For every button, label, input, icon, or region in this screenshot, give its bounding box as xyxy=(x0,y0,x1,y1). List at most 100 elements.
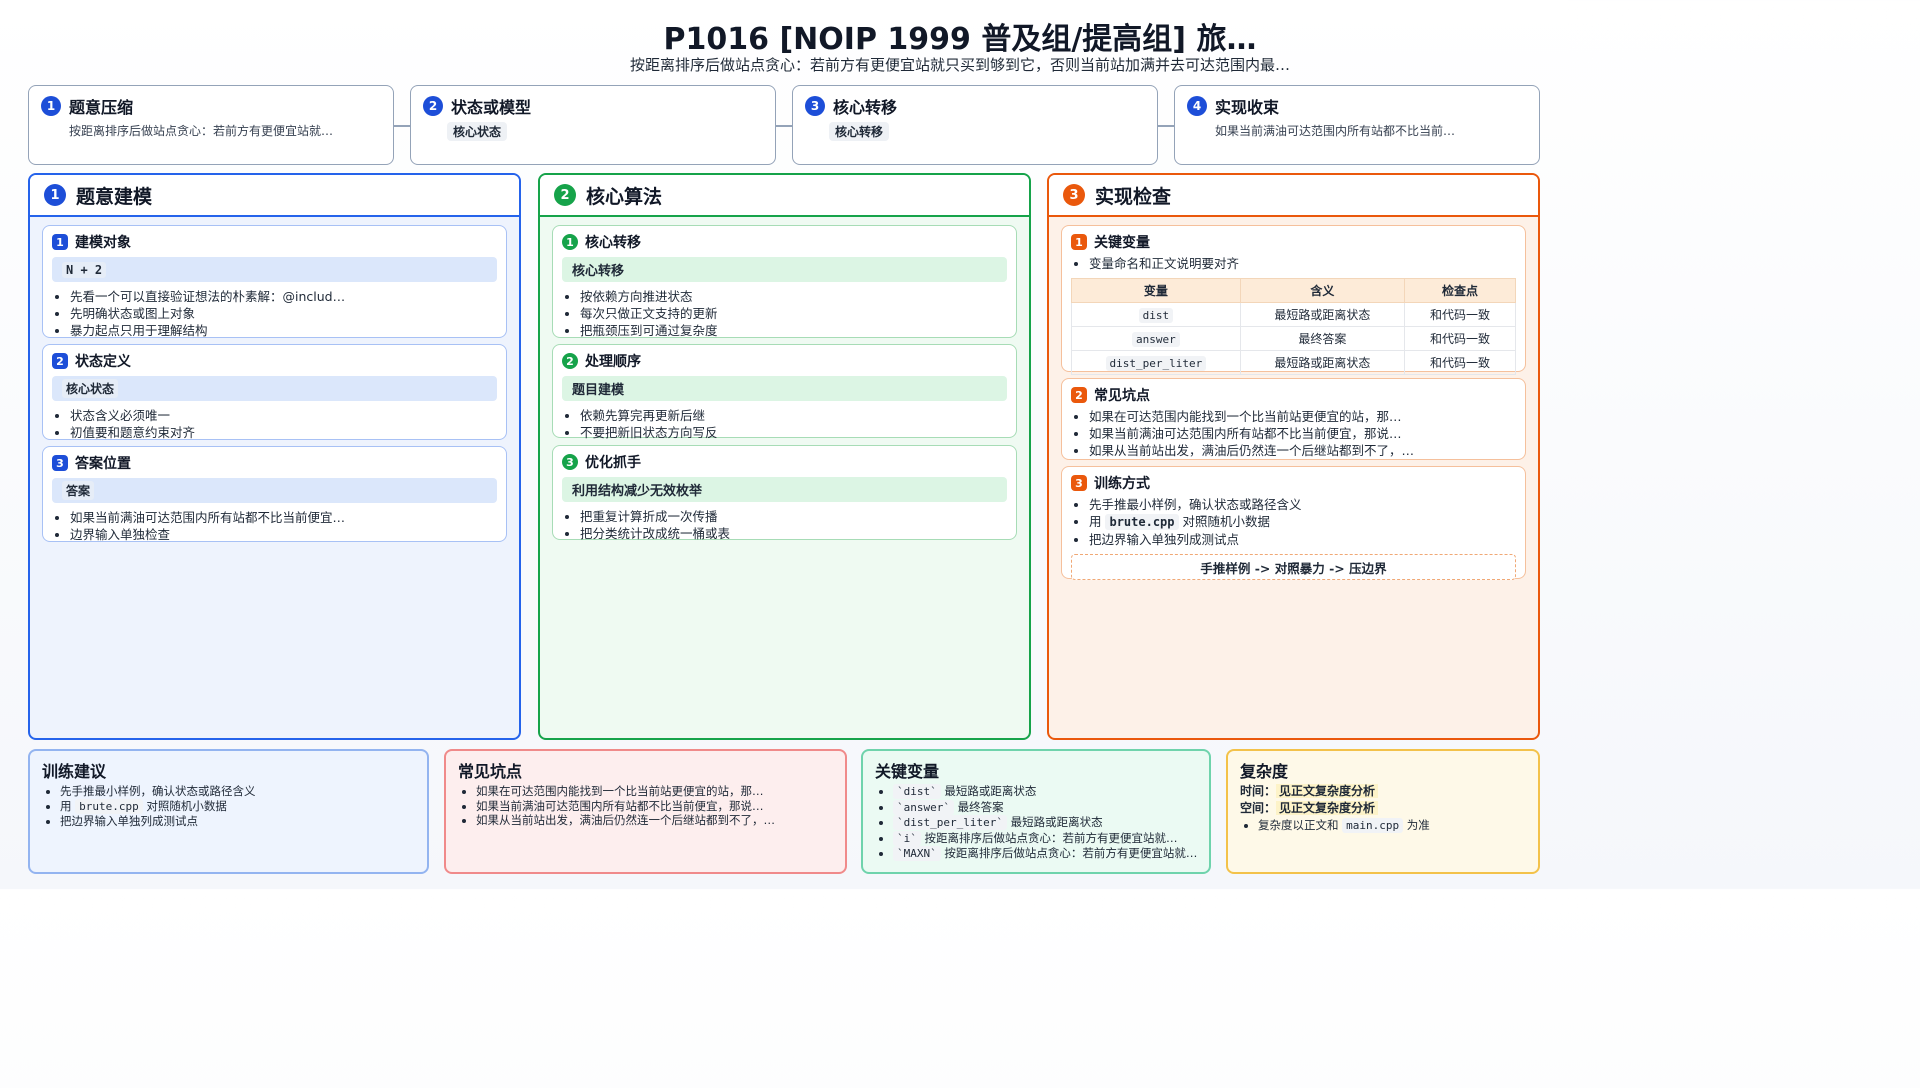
table-cell: answer xyxy=(1071,326,1241,351)
training-flow: 手推样例 -> 对照暴力 -> 压边界 xyxy=(1071,554,1516,580)
card-chip: 答案 xyxy=(52,478,497,503)
step-number-badge: 3 xyxy=(805,96,825,116)
card-number-badge: 2 xyxy=(1071,387,1087,403)
column-header: 1 题意建模 xyxy=(30,175,519,217)
variable-name: answer xyxy=(1131,331,1180,347)
text: 最短路或距离状态 xyxy=(1010,815,1103,829)
card-title: 状态定义 xyxy=(75,354,131,370)
bullet-list: 如果在可达范围内能找到一个比当前站更便宜的站，那… 如果当前满油可达范围内所有站… xyxy=(1071,408,1516,459)
table-cell: 最终答案 xyxy=(1239,326,1405,351)
implementation-column: 3 实现检查 1 关键变量 变量命名和正文说明要对齐 变量 含义 检查点 dis… xyxy=(1047,173,1540,740)
card-chip: 利用结构减少无效枚举 xyxy=(562,477,1007,502)
card-number-badge: 3 xyxy=(1071,475,1087,491)
box-title: 复杂度 xyxy=(1240,762,1289,781)
inline-code: `dist_per_liter` xyxy=(893,815,1007,830)
list-item: 如果在可达范围内能找到一个比当前站更便宜的站，那… xyxy=(1089,408,1516,425)
card-title: 关键变量 xyxy=(1094,235,1150,251)
step-title: 核心转移 xyxy=(833,98,898,117)
table-cell: dist_per_liter xyxy=(1071,350,1241,375)
step-title: 实现收束 xyxy=(1215,98,1280,117)
inline-code: brute.cpp xyxy=(75,798,143,814)
bullet-list: 先手推最小样例，确认状态或路径含义 用 brute.cpp 对照随机小数据 把边… xyxy=(1071,496,1516,548)
bullet-list: `dist` 最短路或距离状态 `answer` 最终答案 `dist_per_… xyxy=(875,784,1197,862)
card-title: 建模对象 xyxy=(75,235,131,251)
list-item: 用 brute.cpp 对照随机小数据 xyxy=(60,798,415,815)
bullet-list: 先看一个可以直接验证想法的朴素解：@includ… 先明确状态或图上对象 暴力起… xyxy=(52,288,497,339)
card-number-badge: 3 xyxy=(562,454,578,470)
list-item: 如果在可达范围内能找到一个比当前站更便宜的站，那… xyxy=(476,784,833,799)
card-title: 常见坑点 xyxy=(1094,388,1150,404)
list-item: 变量命名和正文说明要对齐 xyxy=(1089,255,1516,272)
table-row: dist 最短路或距离状态 和代码一致 xyxy=(1071,302,1517,327)
text: 用 xyxy=(60,798,76,813)
card-number-badge: 2 xyxy=(562,353,578,369)
box-title: 关键变量 xyxy=(875,762,940,781)
table-header-row: 变量 含义 检查点 xyxy=(1071,278,1517,303)
list-item: 把重复计算折成一次传播 xyxy=(580,508,1007,525)
inline-code: `i` xyxy=(893,830,921,846)
text: 为准 xyxy=(1403,818,1430,832)
bullet-list: 按依赖方向推进状态 每次只做正文支持的更新 把瓶颈压到可通过复杂度 xyxy=(562,288,1007,339)
table-header-cell: 检查点 xyxy=(1403,278,1517,303)
list-item: `dist_per_liter` 最短路或距离状态 xyxy=(893,815,1197,831)
column-number-badge: 2 xyxy=(554,184,576,206)
list-item: `answer` 最终答案 xyxy=(893,799,1197,816)
step-number-badge: 4 xyxy=(1187,96,1207,116)
list-item: 用 brute.cpp 对照随机小数据 xyxy=(1089,513,1516,531)
card-state-definition: 2 状态定义 核心状态 状态含义必须唯一 初值要和题意约束对齐 xyxy=(42,344,507,440)
bullet-list: 把重复计算折成一次传播 把分类统计改成统一桶或表 xyxy=(562,508,1007,542)
inline-code: `answer` xyxy=(893,799,954,815)
list-item: `dist` 最短路或距离状态 xyxy=(893,784,1197,800)
bullet-list: 状态含义必须唯一 初值要和题意约束对齐 xyxy=(52,407,497,441)
card-title: 优化抓手 xyxy=(585,455,641,471)
step-card-2: 2 状态或模型 核心状态 xyxy=(410,85,776,165)
card-core-transition: 1 核心转移 核心转移 按依赖方向推进状态 每次只做正文支持的更新 把瓶颈压到可… xyxy=(552,225,1017,338)
algorithm-column: 2 核心算法 1 核心转移 核心转移 按依赖方向推进状态 每次只做正文支持的更新… xyxy=(538,173,1031,740)
column-header: 2 核心算法 xyxy=(540,175,1029,217)
table-cell: 最短路或距离状态 xyxy=(1239,350,1405,375)
bullet-list: 先手推最小样例，确认状态或路径含义 用 brute.cpp 对照随机小数据 把边… xyxy=(42,784,415,829)
list-item: 把边界输入单独列成测试点 xyxy=(60,814,415,829)
step-card-3: 3 核心转移 核心转移 xyxy=(792,85,1158,165)
list-item: 暴力起点只用于理解结构 xyxy=(70,322,497,339)
list-item: 先手推最小样例，确认状态或路径含义 xyxy=(1089,496,1516,513)
step-title: 状态或模型 xyxy=(451,98,532,117)
step-chip: 核心状态 xyxy=(447,122,508,141)
list-item: 把边界输入单独列成测试点 xyxy=(1089,531,1516,548)
step-chip: 核心转移 xyxy=(829,122,890,141)
list-item: 如果当前满油可达范围内所有站都不比当前便宜… xyxy=(70,509,497,526)
table-cell: 和代码一致 xyxy=(1403,302,1517,327)
common-pitfalls-box: 常见坑点 如果在可达范围内能找到一个比当前站更便宜的站，那… 如果当前满油可达范… xyxy=(444,749,847,874)
list-item: 每次只做正文支持的更新 xyxy=(580,305,1007,322)
chip-text: 答案 xyxy=(62,481,95,500)
card-chip: 题目建模 xyxy=(562,376,1007,401)
list-item: 把分类统计改成统一桶或表 xyxy=(580,525,1007,542)
card-title: 答案位置 xyxy=(75,456,131,472)
list-item: `i` 按距离排序后做站点贪心：若前方有更便宜站就… xyxy=(893,830,1197,847)
value: 见正文复杂度分析 xyxy=(1276,784,1379,798)
list-item: 把瓶颈压到可通过复杂度 xyxy=(580,322,1007,339)
box-title: 训练建议 xyxy=(42,762,107,781)
card-chip: N + 2 xyxy=(52,257,497,282)
label: 时间： xyxy=(1240,784,1277,798)
card-title: 核心转移 xyxy=(585,235,641,251)
list-item: 不要把新旧状态方向写反 xyxy=(580,424,1007,441)
card-number-badge: 1 xyxy=(1071,234,1087,250)
step-title: 题意压缩 xyxy=(69,98,134,117)
step-connector xyxy=(394,125,410,127)
training-suggestions-box: 训练建议 先手推最小样例，确认状态或路径含义 用 brute.cpp 对照随机小… xyxy=(28,749,429,874)
table-header-cell: 含义 xyxy=(1239,278,1405,303)
card-modeling-object: 1 建模对象 N + 2 先看一个可以直接验证想法的朴素解：@includ… 先… xyxy=(42,225,507,338)
list-item: 初值要和题意约束对齐 xyxy=(70,424,497,441)
label: 空间： xyxy=(1240,801,1277,815)
step-description: 如果当前满油可达范围内所有站都不比当前… xyxy=(1215,124,1456,138)
card-common-pitfalls: 2 常见坑点 如果在可达范围内能找到一个比当前站更便宜的站，那… 如果当前满油可… xyxy=(1061,378,1526,460)
card-title: 处理顺序 xyxy=(585,354,641,370)
list-item: 先看一个可以直接验证想法的朴素解：@includ… xyxy=(70,288,497,305)
variable-name: dist xyxy=(1138,307,1174,323)
text: 用 xyxy=(1089,514,1106,529)
column-number-badge: 3 xyxy=(1063,184,1085,206)
bullet-list: 如果在可达范围内能找到一个比当前站更便宜的站，那… 如果当前满油可达范围内所有站… xyxy=(458,784,833,828)
table-cell: 和代码一致 xyxy=(1403,350,1517,375)
text: 复杂度以正文和 xyxy=(1258,818,1343,832)
